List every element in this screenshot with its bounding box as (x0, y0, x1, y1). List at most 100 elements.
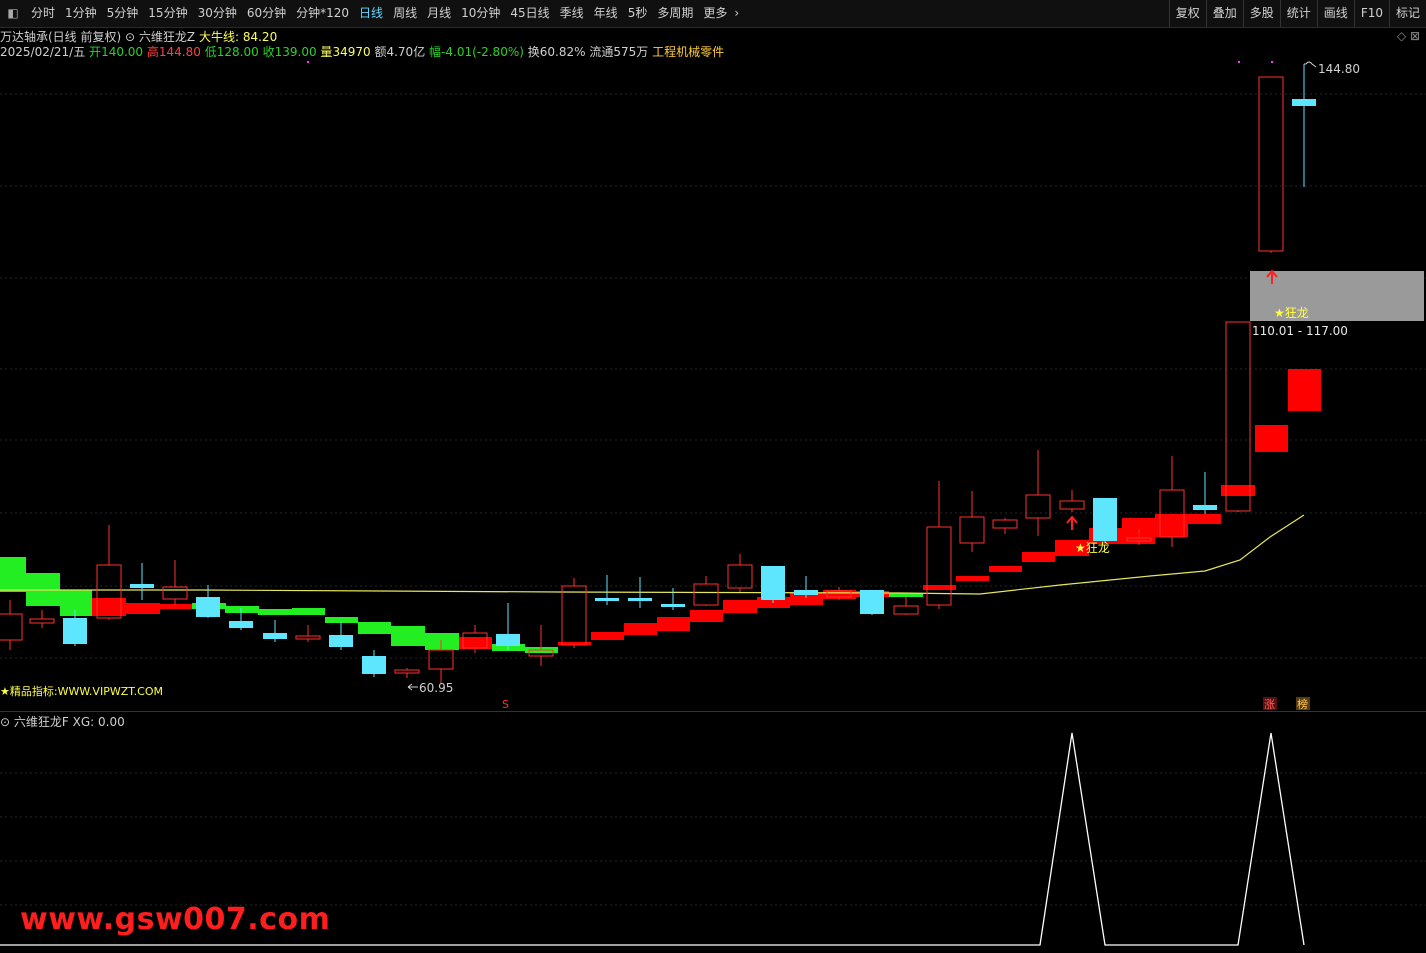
bar-date: 2025/02/21/五 (0, 45, 86, 59)
period-tab-13[interactable]: 年线 (589, 0, 623, 27)
volume-label: 量 (320, 45, 333, 59)
period-tab-15[interactable]: 多周期 (652, 0, 698, 27)
candle-body (1093, 498, 1117, 541)
ribbon-segment (391, 626, 425, 646)
site-watermark: www.gsw007.com (20, 902, 331, 937)
ohlc-info-line: 2025/02/21/五 开140.00 高144.80 低128.00 收13… (0, 43, 725, 59)
candle-body (162, 586, 188, 600)
signal-label-bottom: ★狂龙 (1075, 541, 1110, 555)
ribbon-segment (160, 604, 194, 609)
open-value: 140.00 (101, 45, 144, 59)
period-tab-6[interactable]: 分钟*120 (291, 0, 354, 27)
candle-body (63, 618, 87, 644)
period-tabs: ◧ 分时 1分钟 5分钟 15分钟 30分钟 60分钟 分钟*120 日线 周线 月线 10分钟 45… (0, 0, 741, 27)
ribbon-segment (225, 606, 259, 613)
toolbar-action-2[interactable]: 多股 (1242, 0, 1280, 27)
toolbar-action-0[interactable]: 复权 (1168, 0, 1206, 27)
candle-body (295, 635, 321, 640)
candle-body (727, 564, 753, 589)
candle-body (628, 598, 652, 601)
promo-text[interactable]: ★精品指标:WWW.VIPWZT.COM (0, 684, 163, 698)
bull-line-value: 84.20 (242, 30, 278, 44)
signal-s-badge: S (502, 698, 509, 710)
period-tab-3[interactable]: 15分钟 (143, 0, 192, 27)
toolbar-action-6[interactable]: 标记 (1388, 0, 1426, 27)
toolbar-action-1[interactable]: 叠加 (1205, 0, 1243, 27)
signal-label-top: ★狂龙 (1274, 306, 1309, 320)
amount-value: 4.70亿 (386, 45, 426, 59)
high-label: 高 (146, 45, 159, 59)
zhang-badge[interactable]: 涨 (1264, 698, 1275, 710)
period-tab-12[interactable]: 季线 (555, 0, 589, 27)
industry: 工程机械零件 (652, 45, 725, 59)
chart-corner-controls: ◇ ⊠ (1397, 29, 1420, 43)
ribbon-segment (1255, 425, 1288, 452)
period-tab-5[interactable]: 60分钟 (242, 0, 291, 27)
chart-header: 万达轴承(日线 前复权) ⊙ 六维狂龙Z 大牛线: 84.20 (0, 28, 278, 44)
open-label: 开 (89, 45, 102, 59)
ribbon-segment (1288, 369, 1321, 411)
period-tab-1[interactable]: 1分钟 (60, 0, 102, 27)
candle-body (0, 613, 23, 641)
period-tab-14[interactable]: 5秒 (623, 0, 653, 27)
low-value: 128.00 (216, 45, 259, 59)
candle-body (561, 585, 587, 646)
close-value: 139.00 (274, 45, 317, 59)
ribbon-segment (723, 600, 757, 613)
candle-body (893, 605, 919, 615)
indicator-name[interactable]: 六维狂龙Z (139, 30, 195, 44)
candlestick-chart[interactable]: 144.80 60.95 110.01 - 117.00 ★狂龙 ★狂龙 ★精品… (0, 58, 1426, 710)
float-label: 流通 (589, 45, 614, 59)
period-tab-4[interactable]: 30分钟 (193, 0, 242, 27)
period-tab-7[interactable]: 日线 (354, 0, 388, 27)
ribbon-segment (591, 632, 624, 640)
arrow-up-icon (1066, 515, 1078, 530)
ribbon-segment (1022, 552, 1055, 562)
low-marker-arrow (407, 683, 418, 691)
period-tab-16[interactable]: 更多 (698, 0, 732, 27)
candle-body (595, 598, 619, 601)
signal-dot (1271, 61, 1273, 63)
period-tab-0[interactable]: 分时 (26, 0, 60, 27)
candle-body (29, 618, 55, 624)
candle-body (693, 583, 719, 606)
signal-dot (1238, 61, 1240, 63)
toolbar-action-3[interactable]: 统计 (1279, 0, 1317, 27)
candle-body (130, 584, 154, 588)
signal-dot (307, 61, 309, 63)
ribbon-segment (60, 590, 92, 616)
candle-body (1193, 505, 1217, 510)
period-tab-2[interactable]: 5分钟 (102, 0, 144, 27)
candle-body (761, 566, 785, 600)
ribbon-segment (1188, 514, 1221, 524)
float-value: 575万 (613, 45, 649, 59)
period-tab-10[interactable]: 10分钟 (456, 0, 505, 27)
sub-chart-grid (0, 772, 1426, 906)
chevron-right-icon[interactable]: › (732, 0, 741, 27)
ribbon-segment (292, 608, 325, 615)
square-icon[interactable]: ◧ (0, 0, 26, 27)
candle-body (329, 635, 353, 647)
stock-title: 万达轴承(日线 前复权) (0, 30, 122, 44)
candle-body (860, 590, 884, 614)
toolbar-action-4[interactable]: 画线 (1316, 0, 1354, 27)
ribbon-segment (657, 617, 690, 631)
period-tab-9[interactable]: 月线 (422, 0, 456, 27)
candle-body (794, 590, 818, 595)
bang-badge[interactable]: 榜 (1297, 697, 1308, 710)
period-tab-11[interactable]: 45日线 (505, 0, 554, 27)
indicator-toggle-icon[interactable]: ⊙ (125, 30, 135, 44)
close-icon[interactable]: ⊠ (1410, 29, 1420, 43)
turnover-value: 60.82% (539, 45, 586, 59)
diamond-icon[interactable]: ◇ (1397, 29, 1406, 43)
ribbon-segment (258, 609, 292, 615)
price-range-label: 110.01 - 117.00 (1252, 324, 1348, 338)
candle-body (263, 633, 287, 639)
period-toolbar: ◧ 分时 1分钟 5分钟 15分钟 30分钟 60分钟 分钟*120 日线 周线 月线 10分钟 45… (0, 0, 1426, 28)
candle-body (959, 516, 985, 544)
low-label: 低 (204, 45, 217, 59)
period-tab-8[interactable]: 周线 (388, 0, 422, 27)
candle-body (1225, 321, 1251, 512)
candle-body (661, 604, 685, 607)
toolbar-action-5[interactable]: F10 (1353, 0, 1389, 27)
